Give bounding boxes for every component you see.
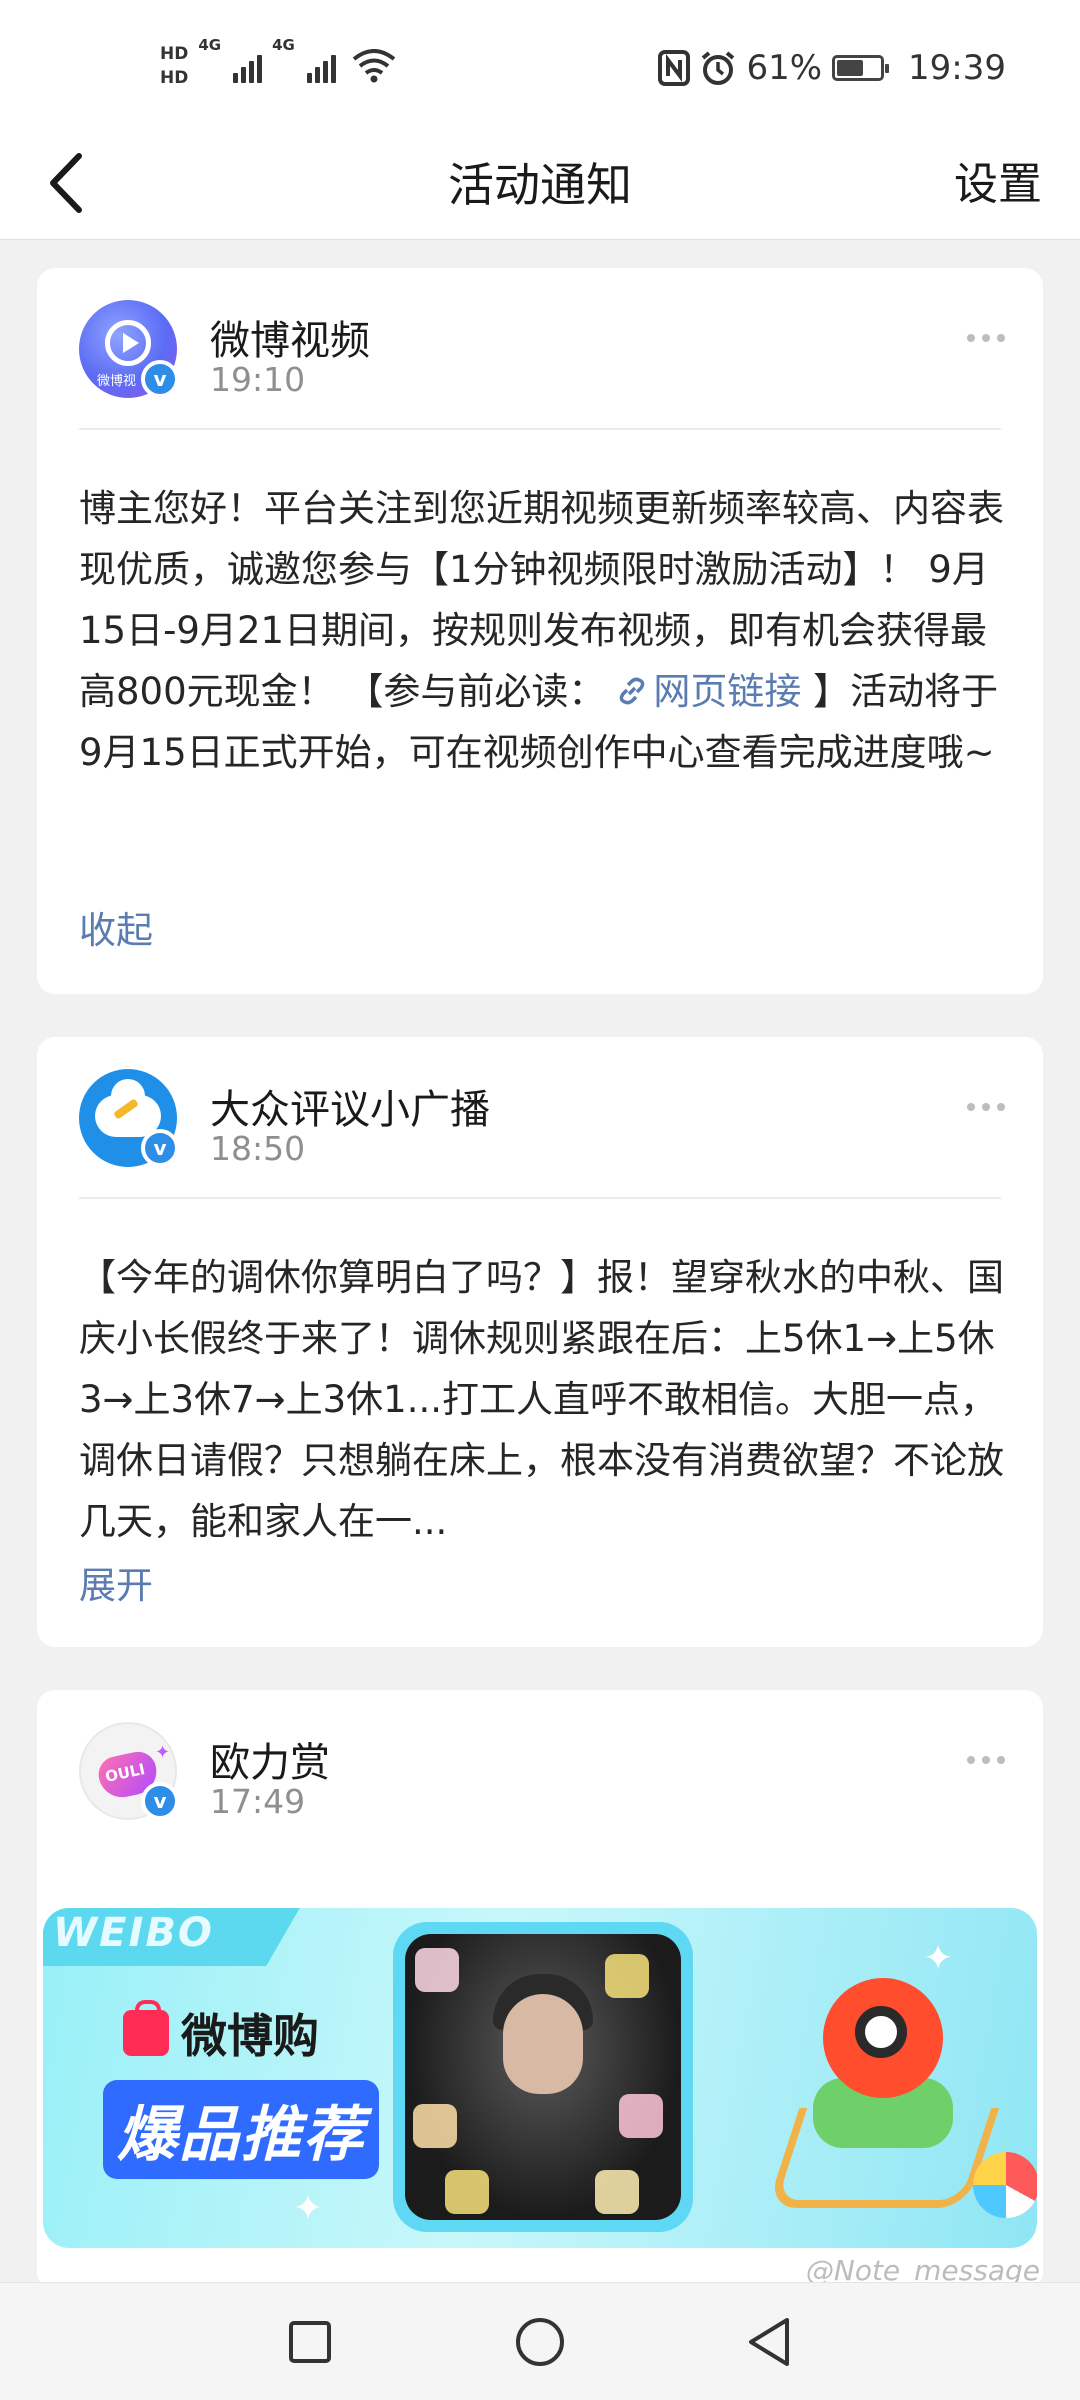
notification-card: OULI ✦ v 欧力赏 17:49 WEIBO 微博购 爆品推荐 ✦ ✦ bbox=[37, 1690, 1043, 2290]
web-link[interactable]: 网页链接 bbox=[605, 670, 801, 713]
alarm-icon bbox=[702, 51, 735, 85]
verified-badge: v bbox=[141, 1782, 179, 1820]
status-bar: HD HD 4G 4G 61% 19:39 bbox=[0, 0, 1080, 130]
beach-ball bbox=[973, 2152, 1037, 2218]
verified-badge: v bbox=[141, 1129, 179, 1167]
back-nav-button[interactable] bbox=[741, 2313, 799, 2371]
link-icon bbox=[620, 677, 645, 705]
home-icon bbox=[516, 2318, 564, 2366]
back-button[interactable] bbox=[30, 148, 100, 218]
signal-icon-2 bbox=[306, 49, 336, 83]
back-icon bbox=[749, 2318, 789, 2366]
avatar-label: 微博视 bbox=[97, 374, 137, 389]
page-title: 活动通知 bbox=[448, 158, 632, 212]
status-left: HD HD 4G 4G bbox=[160, 36, 396, 96]
recent-apps-button[interactable] bbox=[281, 2313, 339, 2371]
star-icon: ✦ bbox=[923, 1938, 954, 1979]
status-time: 19:39 bbox=[908, 48, 1006, 88]
divider bbox=[79, 1197, 1001, 1199]
product-photo-frame bbox=[393, 1922, 693, 2232]
notification-card: 微博视 v 微博视频 19:10 博主您好！平台关注到您近期视频更新频率较高、内… bbox=[37, 268, 1043, 994]
sparkle-icon: ✦ bbox=[155, 1742, 171, 1763]
toy-figure bbox=[605, 1954, 649, 1998]
notification-time: 17:49 bbox=[210, 1782, 306, 1821]
banner-strip-text: WEIBO bbox=[53, 1910, 214, 1956]
product-photo bbox=[405, 1934, 681, 2220]
nfc-icon bbox=[658, 50, 691, 86]
shop-brand: 微博购 bbox=[123, 2000, 319, 2066]
chevron-left-icon bbox=[50, 153, 82, 213]
title-bar: 活动通知 设置 bbox=[0, 130, 1080, 240]
navigation-bar bbox=[0, 2282, 1080, 2400]
notification-time: 19:10 bbox=[210, 360, 306, 399]
shop-name: 微博购 bbox=[181, 2009, 319, 2063]
settings-button[interactable]: 设置 bbox=[954, 130, 1042, 240]
divider bbox=[79, 428, 1001, 430]
verified-badge: v bbox=[141, 360, 179, 398]
notification-card: v 大众评议小广播 18:50 【今年的调休你算明白了吗？】报！望穿秋水的中秋、… bbox=[37, 1037, 1043, 1647]
home-button[interactable] bbox=[511, 2313, 569, 2371]
toy-figure bbox=[415, 1948, 459, 1992]
expand-button[interactable]: 展开 bbox=[79, 1555, 153, 1609]
toy-figure bbox=[413, 2104, 457, 2148]
more-options-button[interactable] bbox=[967, 1756, 1005, 1764]
wifi-icon bbox=[352, 49, 396, 83]
play-icon bbox=[105, 320, 151, 366]
promo-title: 爆品推荐 bbox=[103, 2080, 379, 2179]
web-link-text: 网页链接 bbox=[653, 670, 802, 713]
notification-time: 18:50 bbox=[210, 1129, 306, 1168]
hd-label-2: HD bbox=[160, 68, 189, 88]
toy-figure bbox=[595, 2170, 639, 2214]
message-body: 博主您好！平台关注到您近期视频更新频率较高、内容表现优质，诚邀您参与【1分钟视频… bbox=[79, 478, 1005, 783]
signal-icon bbox=[233, 49, 263, 83]
mascot-eye bbox=[855, 2006, 907, 2058]
hd-icon: HD HD bbox=[160, 44, 188, 88]
battery-level bbox=[837, 60, 863, 76]
toy-figure bbox=[619, 2094, 663, 2138]
hd-label-1: HD bbox=[160, 44, 189, 64]
star-icon: ✦ bbox=[293, 2188, 324, 2229]
more-options-button[interactable] bbox=[967, 1103, 1005, 1111]
promo-banner[interactable]: WEIBO 微博购 爆品推荐 ✦ ✦ bbox=[43, 1908, 1037, 2248]
sender-name[interactable]: 欧力赏 bbox=[210, 1730, 330, 1788]
more-options-button[interactable] bbox=[967, 334, 1005, 342]
shopping-bag-icon bbox=[123, 2000, 169, 2056]
collapse-button[interactable]: 收起 bbox=[79, 900, 153, 954]
toy-figure bbox=[445, 2170, 489, 2214]
battery-percentage: 61% bbox=[746, 48, 823, 88]
sender-name[interactable]: 大众评议小广播 bbox=[210, 1077, 490, 1135]
sender-name[interactable]: 微博视频 bbox=[210, 308, 370, 366]
recent-apps-icon bbox=[289, 2321, 331, 2363]
network-type-2: 4G bbox=[272, 36, 295, 54]
message-body: 【今年的调休你算明白了吗？】报！望穿秋水的中秋、国庆小长假终于来了！调休规则紧跟… bbox=[79, 1256, 1004, 1543]
photo-figure-face bbox=[503, 1994, 583, 2094]
battery-icon bbox=[832, 55, 890, 81]
network-type-1: 4G bbox=[198, 36, 222, 54]
status-right: 61% 19:39 bbox=[658, 40, 1006, 96]
